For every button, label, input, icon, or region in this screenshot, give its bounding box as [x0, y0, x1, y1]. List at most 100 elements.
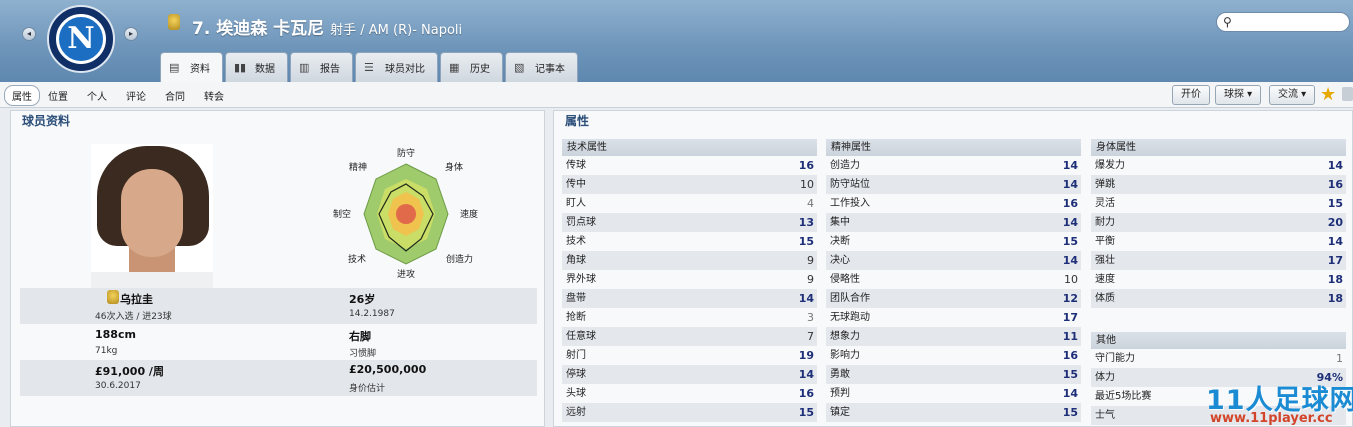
scout-button[interactable]: 球探 ▾: [1215, 85, 1262, 105]
attribute-row[interactable]: 技术 15: [562, 232, 817, 251]
profile-icon: ▤: [169, 60, 180, 74]
attribute-row[interactable]: 守门能力 1: [1091, 349, 1346, 368]
tab-notes[interactable]: ▧ 记事本: [505, 52, 578, 82]
attribute-value: 14: [798, 368, 814, 381]
attribute-name: 抢断: [566, 312, 586, 323]
star-icon[interactable]: ★: [1320, 84, 1336, 105]
attribute-row[interactable]: 远射 15: [562, 403, 817, 422]
attribute-row[interactable]: 界外球 9: [562, 270, 817, 289]
attribute-row[interactable]: 团队合作 12: [826, 289, 1081, 308]
attribute-row[interactable]: 镇定 15: [826, 403, 1081, 422]
attribute-row[interactable]: 爆发力 14: [1091, 156, 1346, 175]
attribute-name: 灵活: [1095, 198, 1115, 209]
attribute-row[interactable]: 集中 14: [826, 213, 1081, 232]
attribute-value: 14: [1062, 387, 1078, 400]
attribute-value: 15: [1062, 235, 1078, 248]
attribute-value: 1: [1336, 352, 1343, 365]
tab-label: 记事本: [535, 64, 565, 75]
attribute-value: 12: [1062, 292, 1078, 305]
attribute-row[interactable]: 预判 14: [826, 384, 1081, 403]
attribute-row[interactable]: 平衡 14: [1091, 232, 1346, 251]
subnav-transfer[interactable]: 转会: [204, 88, 224, 103]
attribute-row[interactable]: 灵活 15: [1091, 194, 1346, 213]
attribute-row[interactable]: 耐力 20: [1091, 213, 1346, 232]
market-value-label: 身价估计: [349, 384, 386, 394]
attribute-row[interactable]: 射门 19: [562, 346, 817, 365]
attribute-name: 传中: [566, 179, 586, 190]
compare-icon: ☰: [364, 60, 374, 74]
interact-button[interactable]: 交流 ▾: [1269, 85, 1316, 105]
attribute-row[interactable]: 弹跳 16: [1091, 175, 1346, 194]
attribute-row[interactable]: 工作投入 16: [826, 194, 1081, 213]
attribute-row[interactable]: 强壮 17: [1091, 251, 1346, 270]
attribute-name: 决断: [830, 236, 850, 247]
attribute-name: 角球: [566, 255, 586, 266]
attribute-row[interactable]: 创造力 14: [826, 156, 1081, 175]
attribute-row[interactable]: 任意球 7: [562, 327, 817, 346]
attribute-value: 7: [807, 330, 814, 343]
tab-stats[interactable]: ▮▮ 数据: [225, 52, 288, 82]
tab-report[interactable]: ▥ 报告: [290, 52, 353, 82]
attribute-row[interactable]: 勇敢 15: [826, 365, 1081, 384]
attribute-name: 影响力: [830, 350, 860, 361]
attribute-value: 10: [800, 178, 814, 191]
attribute-row[interactable]: 传中 10: [562, 175, 817, 194]
attribute-row[interactable]: 决心 14: [826, 251, 1081, 270]
caps-goals: 46次入选 / 进23球: [95, 312, 172, 322]
attribute-row[interactable]: 防守站位 14: [826, 175, 1081, 194]
attribute-name: 集中: [830, 217, 850, 228]
attribute-row[interactable]: 决断 15: [826, 232, 1081, 251]
attribute-row[interactable]: 头球 16: [562, 384, 817, 403]
tab-compare[interactable]: ☰ 球员对比: [355, 52, 438, 82]
subnav-attributes[interactable]: 属性: [4, 85, 40, 106]
attribute-row[interactable]: 影响力 16: [826, 346, 1081, 365]
attribute-value: 15: [1062, 406, 1078, 419]
face-shape: [121, 169, 183, 257]
club-crest[interactable]: N: [47, 5, 115, 73]
attribute-row[interactable]: 抢断 3: [562, 308, 817, 327]
attribute-value: 18: [1327, 273, 1343, 286]
subnav-personal[interactable]: 个人: [87, 88, 107, 103]
attribute-row[interactable]: 角球 9: [562, 251, 817, 270]
attribute-name: 强壮: [1095, 255, 1115, 266]
attribute-row[interactable]: 盘带 14: [562, 289, 817, 308]
mental-column: 精神属性 创造力 14 防守站位 14 工作投入 16 集中 14 决断 15 决心 14 侵略性 10 团…: [826, 139, 1081, 422]
attribute-row[interactable]: 停球 14: [562, 365, 817, 384]
radar-label-aerial: 制空: [333, 210, 352, 220]
forward-arrow-icon[interactable]: ▸: [124, 27, 138, 41]
technical-list: 传球 16 传中 10 盯人 4 罚点球 13 技术 15 角球 9 界外球 9 盘带 14 抢断 3 任意球 7 射门…: [562, 156, 817, 422]
tab-profile[interactable]: ▤ 资料: [160, 52, 223, 82]
make-offer-button[interactable]: 开价: [1172, 85, 1210, 105]
attribute-value: 17: [1327, 254, 1343, 267]
attribute-name: 远射: [566, 407, 586, 418]
attribute-row[interactable]: 体质 18: [1091, 289, 1346, 308]
more-icon[interactable]: [1342, 87, 1353, 101]
notebook-icon: ▧: [514, 60, 525, 74]
attribute-name: 侵略性: [830, 274, 860, 285]
attribute-row[interactable]: 传球 16: [562, 156, 817, 175]
search-icon: ⚲: [1223, 15, 1232, 29]
attribute-row[interactable]: 盯人 4: [562, 194, 817, 213]
subnav-contract[interactable]: 合同: [165, 88, 185, 103]
attribute-value: 18: [1327, 292, 1343, 305]
attribute-name: 射门: [566, 350, 586, 361]
search-input[interactable]: ⚲: [1216, 12, 1350, 32]
subnav-positions[interactable]: 位置: [48, 88, 68, 103]
attribute-row[interactable]: 侵略性 10: [826, 270, 1081, 289]
attribute-row[interactable]: 速度 18: [1091, 270, 1346, 289]
nationality[interactable]: 乌拉圭: [120, 291, 153, 307]
attribute-row[interactable]: 无球跑动 17: [826, 308, 1081, 327]
player-name: 7. 埃迪森 卡瓦尼: [192, 19, 325, 39]
subnav-comments[interactable]: 评论: [126, 88, 146, 103]
attribute-row[interactable]: 想象力 11: [826, 327, 1081, 346]
attribute-value: 3: [807, 311, 814, 324]
history-icon: ▦: [449, 60, 460, 74]
shirt-shape: [91, 272, 213, 288]
attribute-name: 耐力: [1095, 217, 1115, 228]
attribute-row[interactable]: 罚点球 13: [562, 213, 817, 232]
tab-history[interactable]: ▦ 历史: [440, 52, 503, 82]
physical-column: 身体属性 爆发力 14 弹跳 16 灵活 15 耐力 20 平衡 14 强壮 17 速度 18 体质 18: [1091, 139, 1346, 308]
physical-heading: 身体属性: [1091, 139, 1346, 156]
attribute-name: 士气: [1095, 410, 1115, 421]
back-arrow-icon[interactable]: ◂: [22, 27, 36, 41]
